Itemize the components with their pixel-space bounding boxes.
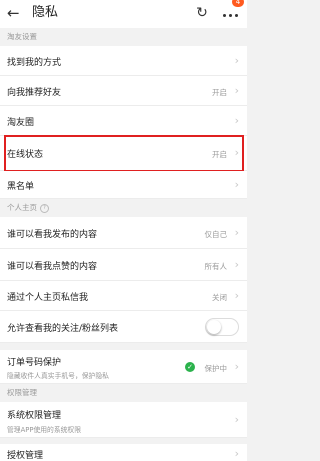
row-taoyou-circle[interactable]: 淘友圈 › [0, 106, 247, 136]
section-friends-settings: 淘友设置 [7, 32, 37, 41]
row-subtitle: 管理APP使用的系统权限 [7, 426, 82, 434]
follow-list-toggle[interactable] [205, 318, 239, 336]
back-arrow-icon[interactable]: ← [7, 4, 21, 22]
row-value: 仅自己 [204, 230, 228, 239]
row-authorization[interactable]: 授权管理 › [0, 444, 247, 461]
chevron-right-icon: › [234, 413, 239, 426]
section-permissions: 权限管理 [7, 388, 37, 397]
info-icon[interactable]: ? [40, 203, 49, 213]
chevron-right-icon: › [234, 360, 239, 373]
row-label: 找到我的方式 [7, 58, 62, 68]
row-value: 所有人 [204, 262, 228, 271]
row-who-see-likes[interactable]: 谁可以看我点赞的内容 所有人 › [0, 249, 247, 281]
row-value: 开启 [212, 88, 227, 97]
section-label: 个人主页 [7, 203, 37, 212]
row-label: 订单号码保护 [7, 358, 62, 368]
row-follow-list: 允许查看我的关注/粉丝列表 [0, 311, 247, 343]
chevron-right-icon: › [234, 54, 239, 67]
chevron-right-icon: › [234, 289, 239, 302]
row-label: 黑名单 [7, 182, 35, 192]
highlight-box [4, 135, 244, 172]
row-find-me[interactable]: 找到我的方式 › [0, 46, 247, 76]
page-title: 隐私 [32, 5, 59, 20]
chevron-right-icon: › [234, 84, 239, 97]
chevron-right-icon: › [234, 447, 239, 460]
row-label: 通过个人主页私信我 [7, 293, 89, 303]
notification-badge: 4 [232, 0, 244, 7]
row-label: 谁可以看我点赞的内容 [7, 262, 98, 272]
row-who-see-posts[interactable]: 谁可以看我发布的内容 仅自己 › [0, 217, 247, 249]
row-value: 保护中 [204, 364, 228, 373]
row-blacklist[interactable]: 黑名单 › [0, 171, 247, 199]
section-homepage: 个人主页? [0, 199, 247, 217]
row-direct-message[interactable]: 通过个人主页私信我 关闭 › [0, 281, 247, 311]
shield-check-icon: ✓ [185, 362, 195, 372]
top-bar: ← 隐私 ↻ 4 [0, 0, 247, 28]
row-label: 系统权限管理 [7, 411, 62, 421]
chevron-right-icon: › [234, 258, 239, 271]
more-icon[interactable] [221, 6, 241, 22]
row-system-permissions[interactable]: 系统权限管理 管理APP使用的系统权限 › [0, 402, 247, 438]
toggle-knob [207, 320, 221, 334]
row-label: 谁可以看我发布的内容 [7, 230, 98, 240]
row-label: 允许查看我的关注/粉丝列表 [7, 324, 119, 334]
chevron-right-icon: › [234, 114, 239, 127]
chevron-right-icon: › [234, 178, 239, 191]
row-value: 关闭 [212, 293, 227, 302]
row-order-protection[interactable]: 订单号码保护 隐藏收件人真实手机号，保护隐私 ✓ 保护中 › [0, 350, 247, 384]
row-subtitle: 隐藏收件人真实手机号，保护隐私 [7, 372, 109, 380]
row-recommend-friends[interactable]: 向我推荐好友 开启 › [0, 76, 247, 106]
row-label: 淘友圈 [7, 118, 35, 128]
chevron-right-icon: › [234, 226, 239, 239]
refresh-icon[interactable]: ↻ [194, 4, 210, 22]
row-label: 向我推荐好友 [7, 88, 62, 98]
row-label: 授权管理 [7, 451, 44, 461]
